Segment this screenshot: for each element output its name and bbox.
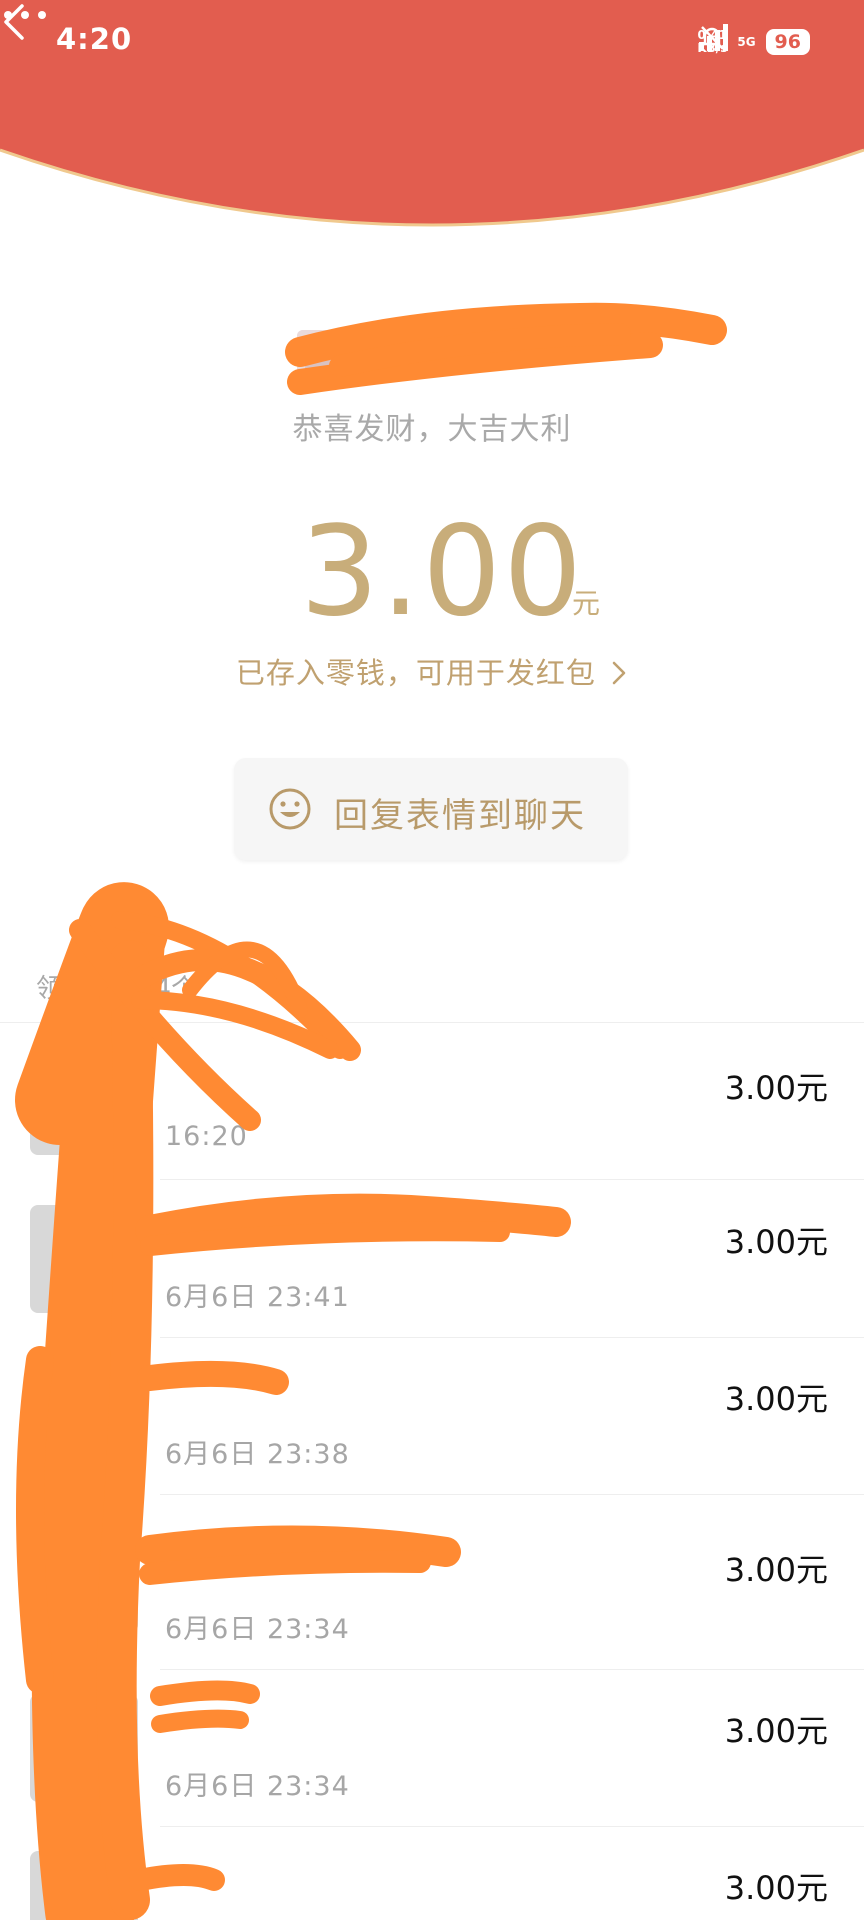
receiver-row[interactable]: 6月6日 23:34 3.00元 [0, 1670, 864, 1827]
status-time: 4:20 [56, 22, 133, 56]
receiver-avatar [30, 1205, 138, 1313]
greeting-text: 恭喜发财，大吉大利 [292, 412, 572, 447]
battery-indicator: 96 [765, 29, 810, 55]
receiver-amount: 3.00元 [724, 1223, 828, 1261]
receiver-amount: 3.00元 [724, 1551, 828, 1589]
signal-icon [699, 24, 729, 51]
receivers-header-label: 领取 [36, 974, 89, 1004]
row-divider [160, 1179, 864, 1180]
receiver-row[interactable]: 6月6日 23:41 3.00元 [0, 1181, 864, 1338]
receiver-avatar [30, 1362, 138, 1470]
receivers-header-count: 34个 [138, 974, 198, 1004]
receiver-amount: 3.00元 [724, 1712, 828, 1750]
amount-unit: 元 [572, 587, 601, 620]
saved-note-text: 已存入零钱，可用于发红包 [235, 656, 596, 690]
sender-avatar [297, 330, 345, 378]
saved-to-wallet-link[interactable]: 已存入零钱，可用于发红包 [0, 650, 864, 692]
reply-button-label: 回复表情到聊天 [334, 796, 586, 836]
receiver-time: 16:20 [165, 1121, 248, 1152]
receiver-time: 6月6日 23:38 [165, 1439, 350, 1470]
receiver-avatar [30, 1694, 138, 1802]
reply-sticker-button[interactable]: 回复表情到聊天 [234, 758, 628, 860]
sender-info [0, 318, 864, 378]
receiver-amount: 3.00元 [724, 1069, 828, 1107]
receiver-row[interactable]: 3.00元 [0, 1827, 864, 1920]
receivers-count-header: 领取 34个 [36, 968, 197, 1005]
status-icons: 0.41 KB/s 5G 96 [697, 22, 810, 62]
status-bar: 4:20 0.41 KB/s 5G 96 [0, 0, 864, 84]
network-type-label: 5G [737, 35, 756, 49]
more-dots-icon[interactable] [0, 0, 50, 30]
receiver-avatar [30, 1047, 138, 1155]
receiver-time: 6月6日 23:34 [165, 1614, 350, 1645]
receiver-row[interactable]: 6月6日 23:34 3.00元 [0, 1495, 864, 1670]
receiver-amount: 3.00元 [724, 1380, 828, 1418]
receiver-row[interactable]: 16:20 3.00元 [0, 1023, 864, 1180]
receiver-row[interactable]: 6月6日 23:38 3.00元 [0, 1338, 864, 1495]
received-amount: 3.00 [300, 500, 585, 644]
receiver-avatar [30, 1525, 138, 1633]
chevron-right-icon [612, 661, 626, 685]
receiver-time: 6月6日 23:34 [165, 1771, 350, 1802]
amount-display: 3.00 元 [0, 500, 864, 644]
receiver-amount: 3.00元 [724, 1869, 828, 1907]
receiver-time: 6月6日 23:41 [165, 1282, 350, 1313]
receiver-avatar [30, 1851, 138, 1920]
avatar-image [297, 330, 345, 378]
network-type: 5G [737, 36, 755, 48]
smiley-icon [269, 788, 311, 830]
red-packet-header: 4:20 0.41 KB/s 5G 96 [0, 0, 864, 262]
